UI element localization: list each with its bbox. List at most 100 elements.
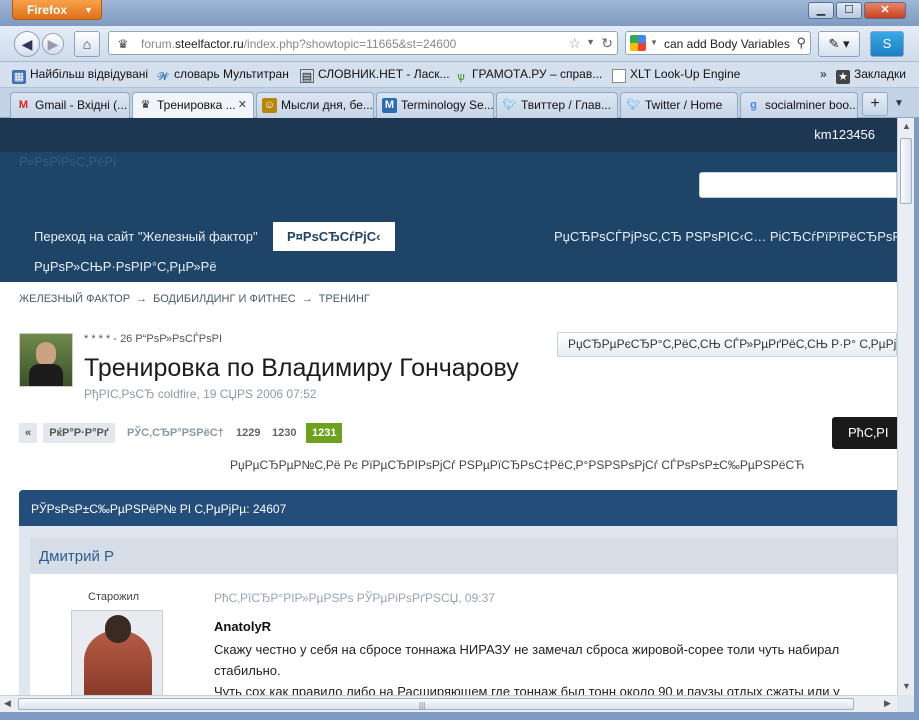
bookmark-label: ГРАМОТА.РУ – справ... [472, 67, 603, 81]
scroll-corner [897, 695, 914, 712]
posts-count-text: РЎРѕРѕР±С‰РµРЅРёР№ РІ С‚РµРјРµ: 24607 [31, 502, 287, 516]
search-input[interactable]: can add Body Variables t [664, 37, 790, 51]
tab-label: socialminer boo... [765, 98, 858, 112]
post-author-link[interactable]: Дмитрий Р [39, 548, 114, 565]
reply-button[interactable]: РћС‚РІ [832, 417, 897, 449]
post-date[interactable]: РћС‚РїСЂР°РІР»РµРЅРѕ РЎРµРіРѕРґРЅСЏ, 09:… [214, 591, 495, 605]
vertical-scrollbar[interactable]: ▲ ▼ [897, 118, 914, 695]
forward-button[interactable]: ▶ [42, 33, 64, 55]
bookmarks-toolbar: ▦ Найбільш відвідувані 𝓦словарь Мультитра… [0, 62, 919, 88]
breadcrumb-item-bodybuilding[interactable]: БОДИБИЛДИНГ И ФИТНЕС [153, 293, 296, 305]
scroll-up-icon[interactable]: ▲ [902, 121, 911, 131]
scroll-right-icon[interactable]: ▶ [884, 698, 891, 709]
topic-starter-avatar[interactable] [19, 333, 73, 387]
bookmarks-menu[interactable]: ★ Закладки [836, 67, 906, 84]
window-titlebar: Firefox ▼ ▁ ☐ ✕ [0, 0, 919, 26]
tab-twitter-ru[interactable]: 🐦︎ Твиттер / Глав... [496, 92, 618, 118]
site-favicon-icon: ♛ [117, 37, 129, 51]
home-button[interactable]: ⌂ [74, 31, 100, 57]
minimize-button[interactable]: ▁ [808, 2, 834, 19]
tab-twitter-home[interactable]: 🐦︎ Twitter / Home [620, 92, 738, 118]
nav-forums-tab[interactable]: Р¤РѕСЂСѓРјС‹ [273, 222, 395, 251]
pagination-pages-label[interactable]: РЎС‚СЂР°РЅРёС† [127, 423, 224, 443]
nav-members-link[interactable]: РџРѕР»СЊР·РѕРІР°С‚РµР»Рё [34, 259, 217, 274]
bookmark-slovnik[interactable]: ▤ СЛОВНИК.НЕТ - Ласк... [300, 67, 450, 83]
skype-button[interactable]: S [870, 31, 904, 57]
nav-new-content-link[interactable]: РџСЂРѕСЃРјРѕС‚СЂ РЅРѕРІС‹С… РіСЂСѓРїРїРё… [554, 229, 897, 244]
tab-terminology[interactable]: M Terminology Se... [376, 92, 494, 118]
bookmarks-overflow-chevron[interactable]: » [820, 67, 827, 81]
tab-label: Мысли дня, бе... [281, 98, 373, 112]
tab-steelfactor[interactable]: ♛ Тренировка ... ✕ [132, 92, 254, 118]
first-unread-link[interactable]: РџРµСЂРµР№С‚Рё Рє РїРµСЂРІРѕРјСѓ РЅРµРїС… [230, 458, 804, 472]
page-icon [612, 69, 626, 83]
bookmark-label: Закладки [854, 67, 906, 81]
reload-icon[interactable]: ↻ [601, 35, 613, 52]
bookmark-xlt[interactable]: XLT Look-Up Engine [612, 67, 740, 83]
quote-author: AnatolyR [214, 619, 272, 634]
google-search-engine-icon[interactable] [630, 35, 646, 51]
url-domain: steelfactor.ru [175, 37, 244, 51]
search-bar[interactable]: ▼ can add Body Variables t ⚲ [625, 31, 811, 55]
tab-gmail[interactable]: M Gmail - Вхідні (... [10, 92, 130, 118]
firefox-menu-label: Firefox [27, 3, 68, 17]
posts-count-bar: РЎРѕРѕР±С‰РµРЅРёР№ РІ С‚РµРјРµ: 24607 [19, 490, 897, 526]
back-arrow-icon: ◀ [21, 36, 33, 52]
post-header: Дмитрий Р [30, 538, 897, 574]
tools-icon: ✎ ▾ [828, 36, 850, 51]
close-window-button[interactable]: ✕ [864, 2, 906, 19]
google-icon: g [750, 99, 757, 111]
search-engine-dropdown-icon[interactable]: ▼ [650, 38, 658, 47]
multitran-icon: 𝓦 [157, 71, 169, 83]
site-favicon-icon: ♛ [140, 99, 151, 111]
username-link[interactable]: km123456 [814, 127, 875, 142]
back-button[interactable]: ◀ [14, 31, 40, 57]
scroll-down-icon[interactable]: ▼ [902, 681, 911, 691]
avatar-face [36, 342, 56, 366]
navigation-toolbar: ◀ ▶ ⌂ ♛ forum.steelfactor.ru/index.php?s… [0, 26, 919, 62]
pagination-prev-button[interactable]: « [19, 423, 37, 443]
addon-toolbar-button[interactable]: ✎ ▾ [818, 31, 860, 57]
tab-socialminer[interactable]: g socialminer boo... [740, 92, 858, 118]
bookmark-star-icon[interactable]: ☆ [568, 35, 581, 52]
unfollow-topic-button[interactable]: РџСЂРµРєСЂР°С‚РёС‚СЊ СЃР»РµРґРёС‚СЊ Р·Р°… [557, 332, 897, 357]
forum-logo[interactable]: Р»РѕРіРѕС‚РёРї [19, 154, 117, 169]
breadcrumb-item-steelfactor[interactable]: ЖЕЛЕЗНЫЙ ФАКТОР [19, 293, 130, 305]
nav-site-link[interactable]: Переход на сайт "Железный фактор" [34, 229, 258, 244]
close-tab-icon[interactable]: ✕ [238, 93, 247, 117]
maximize-button[interactable]: ☐ [836, 2, 862, 19]
firefox-menu-button[interactable]: Firefox ▼ [12, 0, 102, 20]
tab-mysli-dnya[interactable]: ☺ Мысли дня, бе... [256, 92, 374, 118]
horizontal-scrollbar[interactable]: ◀ ||| ▶ [0, 695, 897, 712]
horizontal-scroll-thumb[interactable]: ||| [18, 698, 854, 710]
bookmark-gramota[interactable]: ѱ ГРАМОТА.РУ – справ... [454, 67, 602, 84]
new-tab-button[interactable]: + [862, 92, 888, 116]
breadcrumb-item-training[interactable]: ТРЕНИНГ [319, 293, 370, 305]
url-bar[interactable]: ♛ forum.steelfactor.ru/index.php?showtop… [108, 31, 618, 55]
post-author-avatar[interactable] [71, 610, 163, 695]
topic-rating[interactable]: * * * * - 26 Р“РѕР»РѕСЃРѕРІ [84, 333, 222, 345]
scroll-left-icon[interactable]: ◀ [4, 698, 11, 709]
url-history-dropdown-icon[interactable]: ▼ [586, 37, 595, 47]
list-all-tabs-icon[interactable]: ▼ [894, 98, 904, 109]
tab-label: Тренировка ... [157, 98, 236, 112]
pagination-page-1229[interactable]: 1229 [236, 423, 260, 443]
bookmark-label: словарь Мультитран [174, 67, 289, 81]
search-magnifier-icon[interactable]: ⚲ [796, 35, 806, 51]
chevron-down-icon: ▼ [84, 5, 93, 15]
forward-arrow-icon: ▶ [47, 36, 59, 52]
pagination-page-1230[interactable]: 1230 [272, 423, 296, 443]
page-viewport: km123456 Р»РѕРіРѕС‚РёРї Переход на сайт … [0, 118, 897, 695]
home-icon: ⌂ [82, 36, 92, 52]
bookmark-folder-icon: ▦ [12, 70, 26, 84]
vertical-scroll-thumb[interactable] [900, 138, 912, 204]
pagination-current-page: 1231 [306, 423, 343, 443]
gramota-icon: ѱ [457, 71, 465, 83]
pagination-back-button[interactable]: РќР°Р·Р°Рґ [43, 423, 115, 443]
forum-search-input[interactable] [699, 172, 897, 198]
post-text: Скажу честно у себя на сбросе тоннажа НИ… [214, 639, 897, 695]
bookmark-most-visited[interactable]: ▦ Найбільш відвідувані [12, 67, 148, 84]
bookmark-multitran[interactable]: 𝓦словарь Мультитран [156, 67, 289, 84]
bookmark-label: Найбільш відвідувані [30, 67, 149, 81]
twitter-bird-icon: 🐦︎ [626, 99, 641, 111]
